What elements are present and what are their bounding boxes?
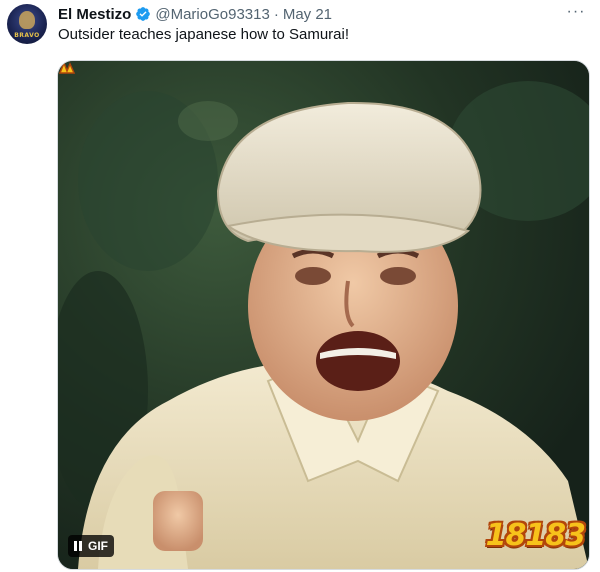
verified-badge-icon: [135, 6, 151, 22]
header-separator: ·: [273, 5, 279, 23]
tweet-header: El Mestizo @MarioGo93313 · May 21: [58, 4, 332, 24]
avatar-logo-text: BRAVO: [14, 32, 40, 39]
watermark-spark-icon: [58, 61, 76, 74]
pause-icon[interactable]: [74, 541, 82, 551]
tweet-date[interactable]: May 21: [283, 6, 332, 23]
author-handle[interactable]: @MarioGo93313: [155, 6, 269, 23]
gif-badge[interactable]: GIF: [68, 535, 114, 557]
tweet-media-gif[interactable]: GIF 18183: [57, 60, 590, 570]
gif-frame-illustration: [58, 61, 589, 569]
tweet: BRAVO El Mestizo @MarioGo93313 · May 21 …: [0, 0, 600, 572]
tweet-text: Outsider teaches japanese how to Samurai…: [58, 26, 349, 43]
gif-label: GIF: [88, 539, 108, 553]
avatar-figure: [19, 11, 35, 29]
author-name[interactable]: El Mestizo: [58, 6, 131, 23]
watermark-logo: 18183: [485, 518, 586, 553]
avatar[interactable]: BRAVO: [7, 4, 47, 44]
more-options-icon[interactable]: ···: [564, 2, 588, 22]
